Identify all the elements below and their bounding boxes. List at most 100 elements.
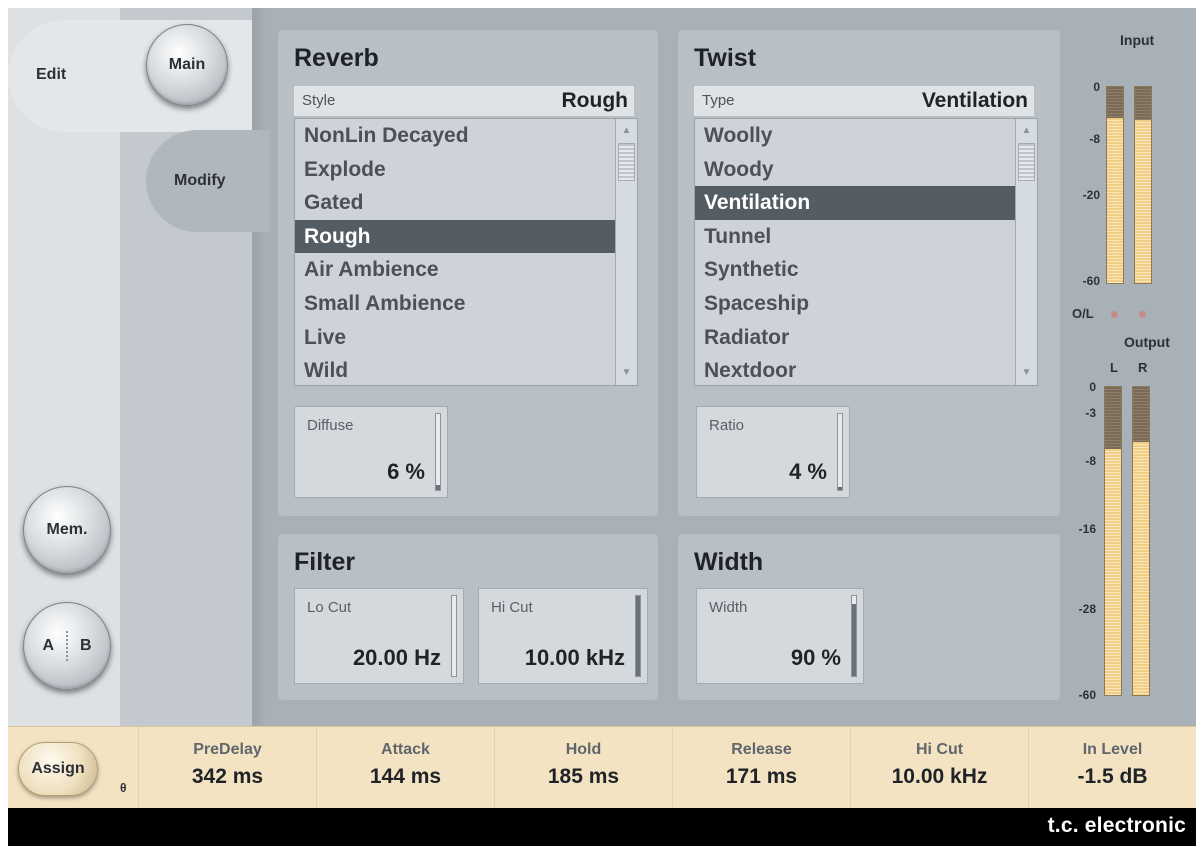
- param-label: In Level: [1082, 741, 1143, 758]
- diffuse-param[interactable]: Diffuse 6 %: [294, 406, 448, 498]
- diffuse-label: Diffuse: [307, 417, 354, 434]
- scroll-down-icon[interactable]: ▼: [616, 363, 637, 383]
- output-meter-left: [1104, 386, 1122, 696]
- reverb-item[interactable]: Wild: [295, 354, 615, 385]
- output-scale-60: -60: [1078, 688, 1096, 702]
- level-meters: Input 0 -8 -20 -60 O/L Output L R 0 -3 -…: [1066, 8, 1196, 726]
- param-value: 185 ms: [547, 765, 620, 788]
- param-predelay[interactable]: PreDelay 342 ms: [138, 727, 316, 809]
- assign-button[interactable]: Assign: [18, 742, 98, 796]
- twist-item[interactable]: Radiator: [695, 321, 1015, 355]
- param-value: -1.5 dB: [1077, 765, 1148, 788]
- hi-cut-param[interactable]: Hi Cut 10.00 kHz: [478, 588, 648, 684]
- reverb-scroll-thumb[interactable]: [618, 143, 635, 181]
- overload-label: O/L: [1072, 306, 1094, 321]
- twist-type-list[interactable]: Woolly Woody Ventilation Tunnel Synthetic Spa…: [694, 118, 1038, 386]
- input-meter-left: [1106, 86, 1124, 284]
- reverb-item[interactable]: Rough: [295, 219, 615, 254]
- output-meter-title: Output: [1124, 334, 1170, 350]
- twist-panel: Twist Type Ventilation Woolly Woody Ventil…: [678, 30, 1060, 516]
- reverb-style-header: Style Rough: [294, 86, 634, 116]
- width-param[interactable]: Width 90 %: [696, 588, 864, 684]
- scroll-up-icon[interactable]: ▲: [1016, 121, 1037, 141]
- diffuse-level-fill: [436, 485, 440, 490]
- twist-item[interactable]: Tunnel: [695, 220, 1015, 254]
- brand-logo: t.c. electronic: [1047, 814, 1186, 837]
- twist-item[interactable]: Woolly: [695, 119, 1015, 153]
- input-meter-right-fill: [1135, 120, 1151, 283]
- output-meter-left-headroom: [1105, 387, 1121, 449]
- param-value: 10.00 kHz: [891, 765, 988, 788]
- width-level-fill: [852, 604, 856, 676]
- main-button[interactable]: Main: [146, 24, 228, 106]
- twist-item[interactable]: Nextdoor: [695, 354, 1015, 385]
- input-meter-right-headroom: [1135, 87, 1151, 121]
- ratio-value: 4 %: [789, 459, 827, 484]
- param-in-level[interactable]: In Level -1.5 dB: [1028, 727, 1196, 809]
- output-meter-right: [1132, 386, 1150, 696]
- reverb-style-items: NonLin Decayed Explode Gated Rough Air Ambie…: [295, 119, 615, 385]
- parameter-bar: Assign θ PreDelay 342 ms Attack 144 ms H…: [8, 726, 1196, 809]
- filter-title: Filter: [294, 548, 356, 576]
- twist-type-label: Type: [702, 92, 735, 109]
- ab-b-label: B: [80, 637, 92, 654]
- reverb-style-value: Rough: [561, 89, 628, 112]
- input-scale-20: -20: [1082, 188, 1100, 202]
- reverb-item[interactable]: NonLin Decayed: [295, 119, 615, 153]
- param-release[interactable]: Release 171 ms: [672, 727, 850, 809]
- param-attack[interactable]: Attack 144 ms: [316, 727, 494, 809]
- tab-modify-label: Modify: [174, 172, 226, 189]
- lo-cut-param[interactable]: Lo Cut 20.00 Hz: [294, 588, 464, 684]
- reverb-style-list[interactable]: NonLin Decayed Explode Gated Rough Air Ambie…: [294, 118, 638, 386]
- twist-list-scrollbar[interactable]: ▲ ▼: [1015, 119, 1037, 385]
- param-hold[interactable]: Hold 185 ms: [494, 727, 672, 809]
- reverb-item[interactable]: Live: [295, 321, 615, 355]
- filter-panel: Filter Lo Cut 20.00 Hz Hi Cut 10.00 kHz: [278, 534, 658, 700]
- input-scale-60: -60: [1082, 274, 1100, 288]
- twist-item[interactable]: Ventilation: [695, 186, 1015, 220]
- ratio-param[interactable]: Ratio 4 %: [696, 406, 850, 498]
- mem-button[interactable]: Mem.: [23, 486, 111, 574]
- output-scale-28: -28: [1078, 602, 1096, 616]
- tab-edit-label: Edit: [36, 66, 67, 83]
- plugin-window: Edit Modify Main Mem. A B Reverb Style R…: [8, 8, 1196, 846]
- ab-divider: [66, 631, 68, 661]
- width-title: Width: [694, 548, 764, 576]
- left-nav-shadow: [252, 8, 266, 726]
- param-label: Hold: [565, 741, 602, 758]
- overload-left-led: [1111, 311, 1118, 318]
- input-meter-right: [1134, 86, 1152, 284]
- output-scale-3: -3: [1085, 406, 1096, 420]
- twist-title: Twist: [694, 44, 757, 72]
- scroll-up-icon[interactable]: ▲: [616, 121, 637, 141]
- reverb-item[interactable]: Gated: [295, 186, 615, 220]
- twist-item[interactable]: Spaceship: [695, 287, 1015, 321]
- twist-scroll-thumb[interactable]: [1018, 143, 1035, 181]
- output-left-label: L: [1110, 360, 1118, 375]
- twist-item[interactable]: Synthetic: [695, 253, 1015, 287]
- reverb-item[interactable]: Explode: [295, 153, 615, 187]
- param-value: 171 ms: [725, 765, 798, 788]
- param-hi-cut[interactable]: Hi Cut 10.00 kHz: [850, 727, 1028, 809]
- hi-cut-level-bar: [635, 595, 641, 677]
- input-scale-8: -8: [1089, 132, 1100, 146]
- reverb-panel: Reverb Style Rough NonLin Decayed Explode…: [278, 30, 658, 516]
- reverb-item[interactable]: Air Ambience: [295, 253, 615, 287]
- twist-item[interactable]: Woody: [695, 153, 1015, 187]
- twist-type-value: Ventilation: [921, 89, 1028, 112]
- param-value: 342 ms: [191, 765, 264, 788]
- reverb-item[interactable]: Small Ambience: [295, 287, 615, 321]
- input-meter-left-headroom: [1107, 87, 1123, 119]
- overload-right-led: [1139, 311, 1146, 318]
- ab-a-label: A: [42, 637, 54, 654]
- reverb-style-label: Style: [302, 92, 336, 109]
- param-label: Hi Cut: [915, 741, 964, 758]
- scroll-down-icon[interactable]: ▼: [1016, 363, 1037, 383]
- param-value: 144 ms: [369, 765, 442, 788]
- lock-icon: θ: [120, 781, 127, 795]
- hi-cut-value: 10.00 kHz: [524, 645, 625, 670]
- width-panel: Width Width 90 %: [678, 534, 1060, 700]
- ab-compare-button[interactable]: A B: [23, 602, 111, 690]
- reverb-list-scrollbar[interactable]: ▲ ▼: [615, 119, 637, 385]
- input-scale-0: 0: [1093, 80, 1100, 94]
